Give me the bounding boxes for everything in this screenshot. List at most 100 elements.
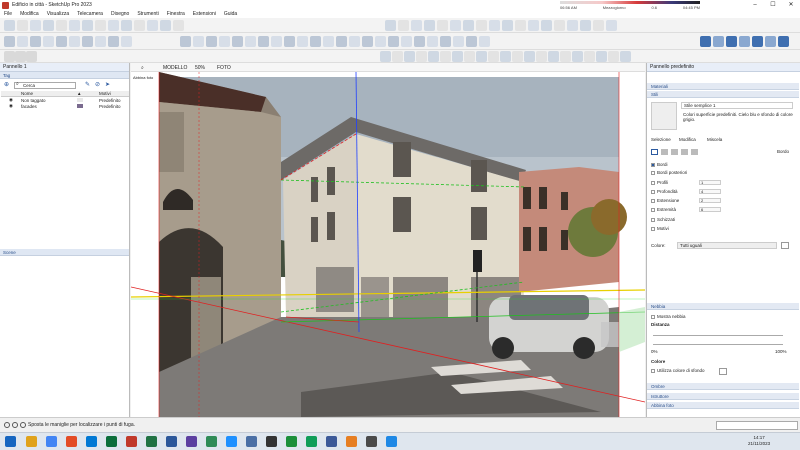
color-select[interactable]: Tutti uguali — [677, 242, 777, 249]
styles-section-header[interactable]: Stili — [647, 91, 799, 98]
toolbar-tool-icon[interactable] — [82, 36, 93, 47]
geolocation-icon[interactable] — [4, 422, 10, 428]
toolbar-tool-icon[interactable] — [567, 20, 578, 31]
checkbox[interactable] — [651, 198, 655, 203]
menu-file[interactable]: File — [4, 11, 12, 17]
toolbar-tool-icon[interactable] — [30, 20, 41, 31]
fog-show-row[interactable]: Mostra nebbia — [647, 314, 799, 319]
edge-option-row[interactable]: Bordi posteriori — [647, 170, 799, 175]
taskbar-app-icon[interactable] — [126, 436, 137, 447]
toolbar-tool-icon[interactable] — [173, 20, 184, 31]
edge-option-row[interactable]: Motivi — [647, 226, 799, 231]
toolbar-tool-icon[interactable] — [411, 20, 422, 31]
materials-section-header[interactable]: Materiali — [647, 83, 799, 90]
toolbar-tool-icon[interactable] — [4, 51, 15, 62]
tab-select[interactable]: Selezione — [651, 137, 671, 142]
photo-scene[interactable] — [131, 72, 645, 417]
fog-section-header[interactable]: Nebbia — [647, 303, 799, 310]
toolbar-tool-icon[interactable] — [713, 36, 724, 47]
col-name-header[interactable]: Nome — [21, 91, 77, 96]
edge-settings-icon[interactable] — [651, 149, 658, 155]
toolbar-tool-icon[interactable] — [424, 20, 435, 31]
fog-color-swatch[interactable] — [719, 368, 727, 375]
toolbar-tool-icon[interactable] — [524, 51, 535, 62]
shadows-section-header[interactable]: Ombre — [647, 383, 799, 390]
toolbar-tool-icon[interactable] — [464, 51, 475, 62]
close-icon[interactable]: ✕ — [782, 0, 800, 10]
credits-icon[interactable] — [12, 422, 18, 428]
menu-tools[interactable]: Strumenti — [137, 11, 158, 17]
toolbar-tool-icon[interactable] — [43, 36, 54, 47]
toolbar-tool-icon[interactable] — [121, 36, 132, 47]
toolbar-tool-icon[interactable] — [15, 51, 26, 62]
toolbar-tool-icon[interactable] — [297, 36, 308, 47]
edge-color-swatch[interactable] — [781, 242, 789, 249]
toolbar-tool-icon[interactable] — [536, 51, 547, 62]
edge-option-row[interactable]: Estremità 6 — [647, 207, 799, 212]
tab-model[interactable]: MODELLO — [163, 65, 187, 71]
toolbar-tool-icon[interactable] — [349, 36, 360, 47]
details-icon[interactable]: ⊘ — [95, 82, 102, 89]
toolbar-tool-icon[interactable] — [385, 20, 396, 31]
toolbar-tool-icon[interactable] — [232, 36, 243, 47]
watermark-settings-icon[interactable] — [681, 149, 688, 155]
maximize-icon[interactable]: ☐ — [764, 0, 782, 10]
modeling-settings-icon[interactable] — [691, 149, 698, 155]
checkbox[interactable] — [651, 189, 655, 194]
shadow-time-slider[interactable]: 06:56 AM Mezzogiorno 0.6 04:45 PM — [560, 1, 700, 10]
taskbar-app-icon[interactable] — [66, 436, 77, 447]
toolbar-tool-icon[interactable] — [380, 51, 391, 62]
system-clock[interactable]: 14:17 21/11/2023 — [748, 435, 770, 447]
toolbar-tool-icon[interactable] — [739, 36, 750, 47]
taskbar-app-icon[interactable] — [46, 436, 57, 447]
toolbar-tool-icon[interactable] — [554, 20, 565, 31]
slider-track[interactable] — [653, 335, 783, 336]
toolbar-tool-icon[interactable] — [193, 36, 204, 47]
toolbar-tool-icon[interactable] — [437, 20, 448, 31]
taskbar-app-icon[interactable] — [206, 436, 217, 447]
toolbar-tool-icon[interactable] — [26, 51, 37, 62]
toolbar-tool-icon[interactable] — [548, 51, 559, 62]
minimize-icon[interactable]: – — [746, 0, 764, 10]
toolbar-tool-icon[interactable] — [512, 51, 523, 62]
distance-slider[interactable]: 0% 100% — [647, 331, 799, 354]
edge-option-value[interactable]: 4 — [699, 189, 721, 194]
background-settings-icon[interactable] — [671, 149, 678, 155]
col-line-header[interactable]: Motivi — [99, 91, 127, 96]
toolbar-tool-icon[interactable] — [95, 36, 106, 47]
toolbar-tool-icon[interactable] — [450, 20, 461, 31]
toolbar-tool-icon[interactable] — [476, 51, 487, 62]
toolbar-tool-icon[interactable] — [362, 36, 373, 47]
taskbar-app-icon[interactable] — [366, 436, 377, 447]
toolbar-tool-icon[interactable] — [488, 51, 499, 62]
toolbar-tool-icon[interactable] — [56, 36, 67, 47]
toolbar-tool-icon[interactable] — [108, 36, 119, 47]
taskbar-app-icon[interactable] — [266, 436, 277, 447]
taskbar-app-icon[interactable] — [166, 436, 177, 447]
toolbar-tool-icon[interactable] — [30, 36, 41, 47]
toolbar-tool-icon[interactable] — [584, 51, 595, 62]
tag-color-swatch[interactable] — [77, 103, 83, 108]
info-icon[interactable] — [20, 422, 26, 428]
style-name[interactable]: Stile semplice 1 — [681, 102, 793, 109]
edge-option-row[interactable]: Profili 1 — [647, 180, 799, 185]
toolbar-tool-icon[interactable] — [765, 36, 776, 47]
edge-option-value[interactable]: 2 — [699, 198, 721, 203]
tab-edit[interactable]: Modifica — [679, 137, 696, 142]
tags-section-header[interactable]: Tag — [0, 72, 129, 79]
taskbar-app-icon[interactable] — [86, 436, 97, 447]
menu-extensions[interactable]: Estensioni — [193, 11, 216, 17]
tag-search-input[interactable]: Cerca — [14, 81, 76, 89]
checkbox[interactable] — [651, 180, 655, 185]
checkbox[interactable] — [651, 170, 655, 175]
toolbar-tool-icon[interactable] — [206, 36, 217, 47]
toolbar-tool-icon[interactable] — [453, 36, 464, 47]
menu-edit[interactable]: Modifica — [20, 11, 39, 17]
toolbar-tool-icon[interactable] — [541, 20, 552, 31]
toolbar-tool-icon[interactable] — [404, 51, 415, 62]
toolbar-tool-icon[interactable] — [528, 20, 539, 31]
taskbar-app-icon[interactable] — [246, 436, 257, 447]
taskbar-app-icon[interactable] — [26, 436, 37, 447]
menu-help[interactable]: Guida — [224, 11, 237, 17]
toolbar-tool-icon[interactable] — [4, 20, 15, 31]
